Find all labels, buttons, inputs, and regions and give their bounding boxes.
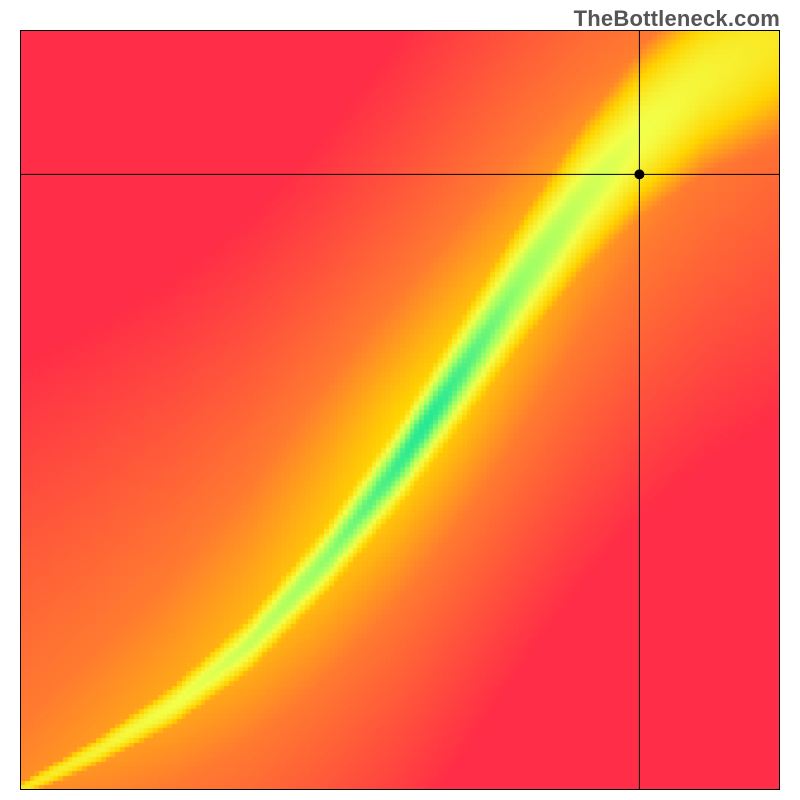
chart-container: TheBottleneck.com (0, 0, 800, 800)
watermark-label: TheBottleneck.com (574, 6, 780, 32)
heatmap-canvas (20, 30, 780, 790)
heatmap-plot (20, 30, 780, 790)
